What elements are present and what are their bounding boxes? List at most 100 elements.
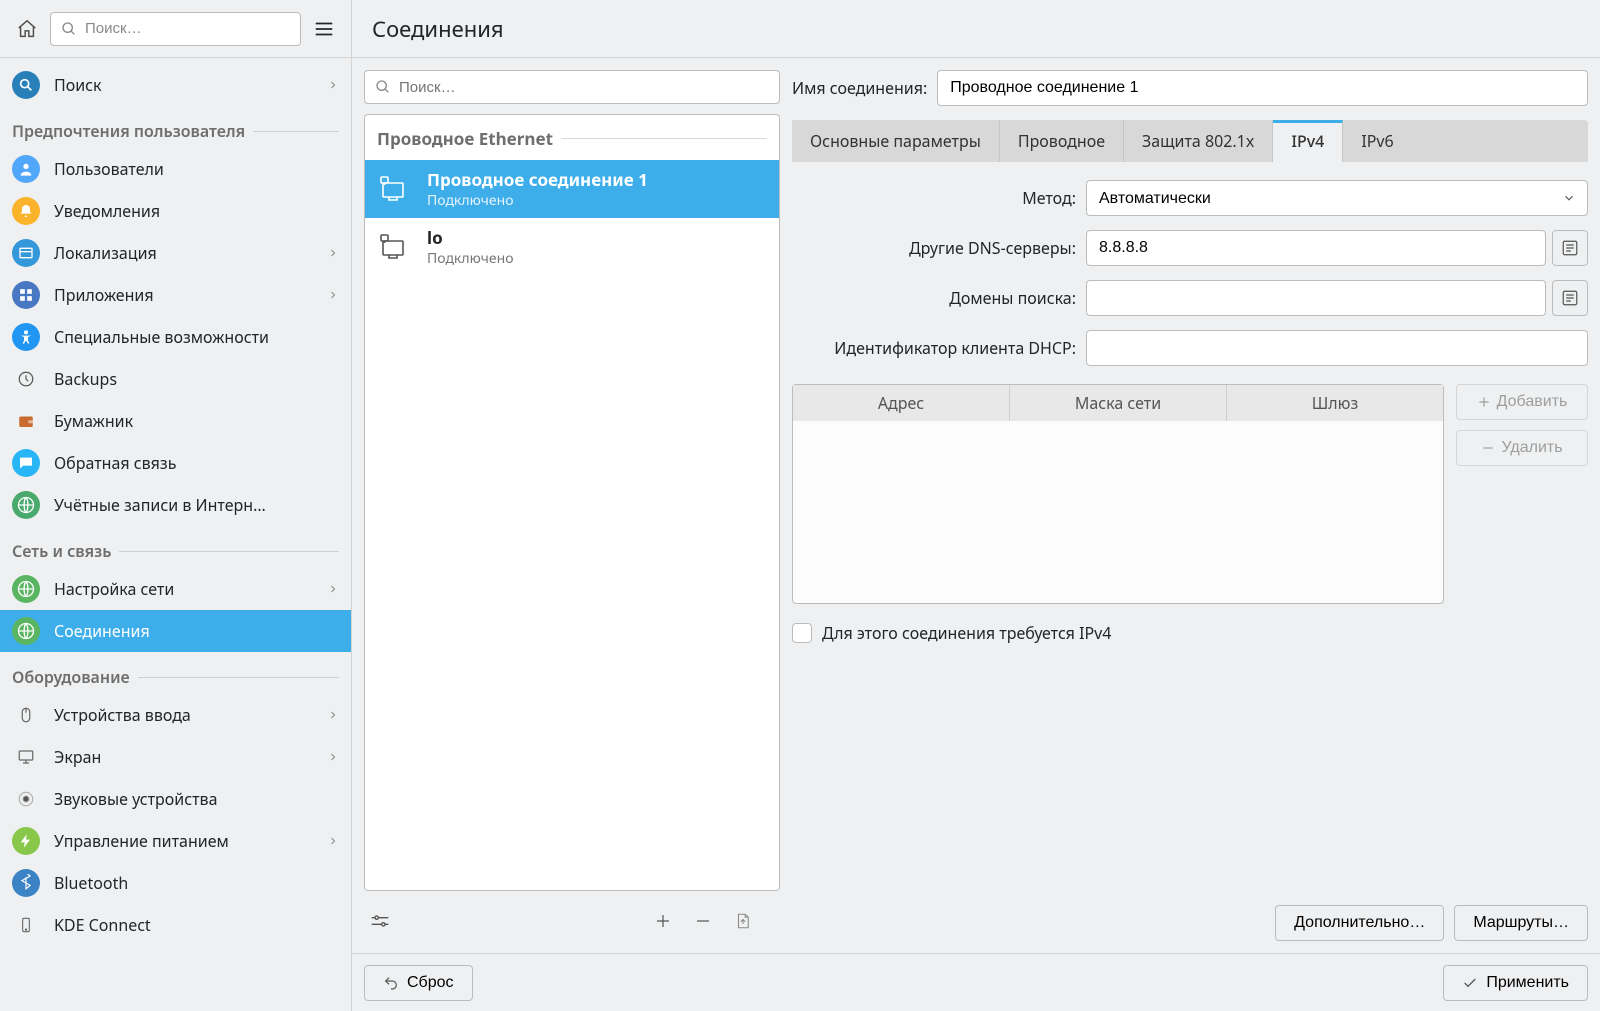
method-label: Метод: (792, 187, 1076, 209)
search-domains-label: Домены поиска: (792, 287, 1076, 309)
sidebar-item-label: Уведомления (54, 200, 339, 222)
sidebar-item-backups[interactable]: Backups (0, 358, 351, 400)
main-footer: Сброс Применить (352, 953, 1600, 1011)
online-accounts-icon (12, 491, 40, 519)
hamburger-button[interactable] (307, 12, 341, 46)
routes-button[interactable]: Маршруты… (1454, 905, 1588, 941)
sidebar-item-bluetooth[interactable]: Bluetooth (0, 862, 351, 904)
connection-list: Проводное Ethernet Проводное соединение … (364, 114, 780, 891)
sidebar-item-label: Приложения (54, 284, 313, 306)
notifications-icon (12, 197, 40, 225)
wallet-icon (12, 407, 40, 435)
applications-icon (12, 281, 40, 309)
connection-name-row: Имя соединения: (792, 70, 1588, 106)
sidebar-item-feedback[interactable]: Обратная связь (0, 442, 351, 484)
ipv4-tab-content: Метод: Автоматически Другие DNS (792, 162, 1588, 941)
sidebar-item-label: Звуковые устройства (54, 788, 339, 810)
method-select-wrap[interactable]: Автоматически (1086, 180, 1588, 216)
sidebar-item-label: Учётные записи в Интерн… (54, 494, 339, 516)
export-connection-button[interactable] (734, 904, 774, 938)
sidebar-item-label: Поиск (54, 74, 313, 96)
dhcp-client-id-input[interactable] (1086, 330, 1588, 366)
tab-ipv4[interactable]: IPv4 (1273, 120, 1343, 162)
users-icon (12, 155, 40, 183)
connection-settings-panel: Имя соединения: Основные параметрыПровод… (792, 70, 1588, 941)
sidebar-item-search[interactable]: Поиск (0, 64, 351, 106)
search-category-icon (12, 71, 40, 99)
col-netmask: Маска сети (1010, 385, 1227, 421)
plus-icon (654, 912, 672, 930)
sliders-icon (370, 911, 390, 931)
dns-input[interactable] (1086, 230, 1546, 266)
ipv4-advanced-row: Дополнительно… Маршруты… (792, 897, 1588, 941)
connection-search-input[interactable] (399, 79, 769, 96)
connection-search[interactable] (364, 70, 780, 104)
hamburger-icon (313, 18, 335, 40)
connections-icon (12, 617, 40, 645)
add-connection-button[interactable] (654, 904, 694, 938)
sidebar-item-label: Backups (54, 368, 339, 390)
reset-button[interactable]: Сброс (364, 965, 473, 1001)
sidebar-item-label: KDE Connect (54, 914, 339, 936)
tab-wired[interactable]: Проводное (1000, 120, 1124, 162)
sidebar-item-input-devices[interactable]: Устройства ввода (0, 694, 351, 736)
remove-connection-button[interactable] (694, 904, 734, 938)
connection-group-title: Проводное Ethernet (377, 127, 553, 150)
sidebar-item-a11y[interactable]: Специальные возможности (0, 316, 351, 358)
address-table: Адрес Маска сети Шлюз (792, 384, 1444, 604)
feedback-icon (12, 449, 40, 477)
connection-toolbar (364, 901, 780, 941)
sidebar: Поиск Предпочтения пользователяПользоват… (0, 0, 352, 1011)
connection-item-status: Подключено (427, 249, 514, 268)
home-button[interactable] (10, 12, 44, 46)
apply-button[interactable]: Применить (1443, 965, 1588, 1001)
col-gateway: Шлюз (1227, 385, 1443, 421)
main-panel: Соединения Проводное Ethernet Проводное … (352, 0, 1600, 1011)
chevron-right-icon (327, 751, 339, 763)
sidebar-item-wallet[interactable]: Бумажник (0, 400, 351, 442)
connection-item-title: lo (427, 226, 514, 249)
sidebar-item-display[interactable]: Экран (0, 736, 351, 778)
search-domains-input[interactable] (1086, 280, 1546, 316)
tab-general[interactable]: Основные параметры (792, 120, 1000, 162)
sidebar-item-locale[interactable]: Локализация (0, 232, 351, 274)
file-export-icon (734, 911, 752, 931)
sidebar-item-users[interactable]: Пользователи (0, 148, 351, 190)
require-ipv4-label: Для этого соединения требуется IPv4 (822, 622, 1111, 644)
sidebar-item-power[interactable]: Управление питанием (0, 820, 351, 862)
advanced-button[interactable]: Дополнительно… (1275, 905, 1444, 941)
address-table-header: Адрес Маска сети Шлюз (793, 385, 1443, 421)
require-ipv4-checkbox[interactable] (792, 623, 812, 643)
configure-button[interactable] (370, 904, 410, 938)
address-buttons: Добавить Удалить (1456, 384, 1588, 604)
tab-ipv6[interactable]: IPv6 (1343, 120, 1411, 162)
sidebar-item-connections[interactable]: Соединения (0, 610, 351, 652)
sidebar-search-input[interactable] (85, 20, 290, 37)
search-domains-row: Домены поиска: (792, 280, 1588, 316)
check-icon (1462, 975, 1478, 991)
sidebar-item-online-accounts[interactable]: Учётные записи в Интерн… (0, 484, 351, 526)
remove-address-button[interactable]: Удалить (1456, 430, 1588, 466)
search-domains-edit-button[interactable] (1552, 280, 1588, 316)
kde-connect-icon (12, 911, 40, 939)
sidebar-item-applications[interactable]: Приложения (0, 274, 351, 316)
sidebar-item-kde-connect[interactable]: KDE Connect (0, 904, 351, 946)
sidebar-search[interactable] (50, 12, 301, 46)
dns-edit-button[interactable] (1552, 230, 1588, 266)
sidebar-item-label: Бумажник (54, 410, 339, 432)
bluetooth-icon (12, 869, 40, 897)
connection-group-header: Проводное Ethernet (365, 115, 779, 160)
sidebar-item-label: Устройства ввода (54, 704, 313, 726)
require-ipv4-row[interactable]: Для этого соединения требуется IPv4 (792, 622, 1588, 644)
connection-item[interactable]: loПодключено (365, 218, 779, 276)
sidebar-item-network-settings[interactable]: Настройка сети (0, 568, 351, 610)
connection-name-input[interactable] (937, 70, 1588, 106)
connection-list-panel: Проводное Ethernet Проводное соединение … (364, 70, 780, 941)
sidebar-item-sound[interactable]: Звуковые устройства (0, 778, 351, 820)
sidebar-item-notifications[interactable]: Уведомления (0, 190, 351, 232)
method-select[interactable]: Автоматически (1086, 180, 1588, 216)
add-address-button[interactable]: Добавить (1456, 384, 1588, 420)
tab-8021x[interactable]: Защита 802.1x (1124, 120, 1273, 162)
ethernet-icon (377, 171, 413, 207)
connection-item[interactable]: Проводное соединение 1Подключено (365, 160, 779, 218)
